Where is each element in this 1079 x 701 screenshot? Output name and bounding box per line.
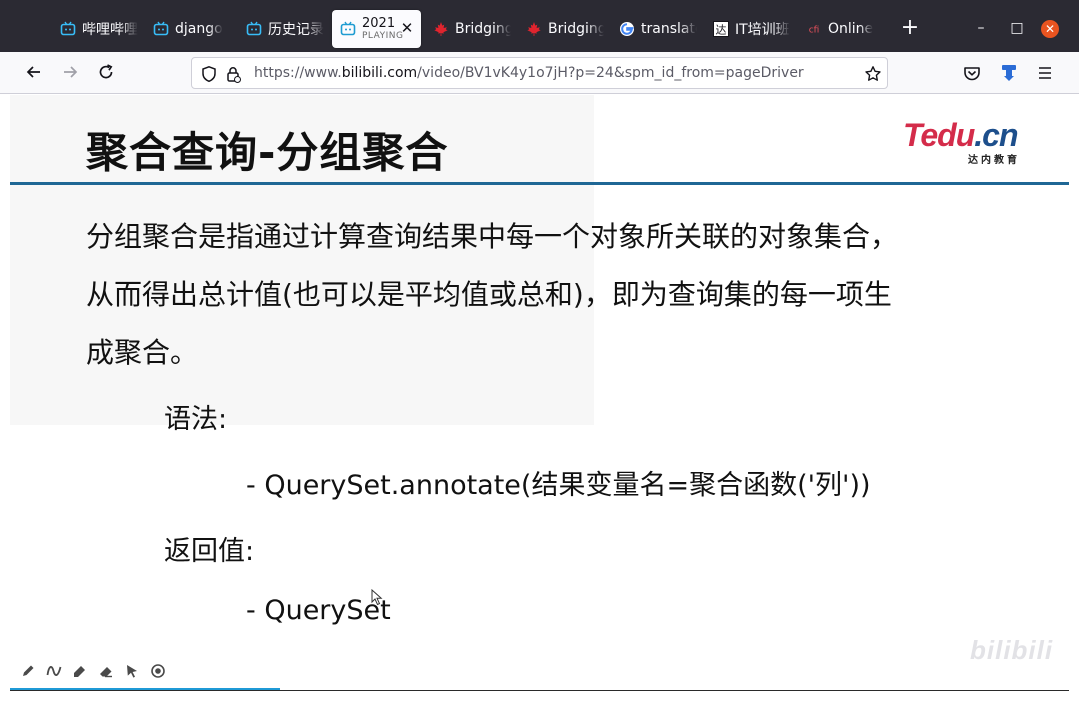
syntax-label: 语法: [164, 404, 228, 435]
pocket-icon[interactable] [962, 63, 982, 83]
extension-icon[interactable] [999, 63, 1019, 83]
svg-text:达: 达 [716, 24, 727, 37]
minimize-button[interactable]: – [972, 19, 990, 37]
bilibili-tv-icon [60, 21, 76, 37]
tarena-icon: 达 [713, 21, 729, 37]
tab-label: 哔哩哔哩 [82, 22, 138, 38]
tab-online[interactable]: cfi Online [806, 10, 884, 48]
logo-text: Tedu.cn [903, 117, 1018, 154]
tab-bridging-1[interactable]: Bridging [433, 10, 511, 48]
mouse-pointer-icon [371, 589, 383, 606]
logo-tedu: Tedu [903, 117, 975, 153]
curve-icon[interactable] [46, 663, 62, 679]
tab-active-text: 2021 PLAYING [362, 17, 403, 41]
url-prefix: https://www. [254, 65, 342, 81]
tab-label: Bridging [548, 21, 604, 37]
close-tab-icon[interactable]: ✕ [399, 20, 415, 36]
tab-history[interactable]: 历史记录 [246, 10, 324, 48]
url-path: /video/BV1vK4y1o7jH?p=24&spm_id_from=pag… [417, 65, 804, 81]
page-bottom-border [10, 690, 1069, 691]
cfi-icon: cfi [806, 21, 822, 37]
logo-cn: .cn [974, 117, 1018, 153]
tab-bar: 哔哩哔哩 django 历史记录 2021 PLAYING ✕ Bridging… [0, 0, 1079, 52]
logo-subtitle: 达内教育 [968, 155, 1020, 166]
body-line-1: 分组聚合是指通过计算查询结果中每一个对象所关联的对象集合， [86, 220, 899, 253]
record-icon[interactable] [150, 663, 166, 679]
highlighter-icon[interactable] [72, 663, 88, 679]
forward-arrow-icon [64, 66, 78, 78]
pen-icon[interactable] [20, 663, 36, 679]
navigation-bar: https://www.bilibili.com/video/BV1vK4y1o… [0, 52, 1079, 94]
tab-translate[interactable]: translate [619, 10, 697, 48]
slide-title: 聚合查询-分组聚合 [86, 128, 449, 177]
return-label: 返回值: [164, 536, 255, 567]
syntax-line: - QuerySet.annotate(结果变量名=聚合函数('列')) [246, 470, 871, 501]
video-slide[interactable]: 聚合查询-分组聚合 Tedu.cn 达内教育 分组聚合是指通过计算查询结果中每一… [10, 95, 1069, 691]
tab-bilibili[interactable]: 哔哩哔哩 [60, 10, 138, 48]
tab-label: Online [828, 21, 874, 37]
tab-active-video[interactable]: 2021 PLAYING ✕ [332, 10, 421, 48]
body-line-3: 成聚合。 [86, 336, 199, 369]
tab-label: 历史记录 [268, 22, 324, 38]
eraser-icon[interactable] [98, 663, 114, 679]
tab-label: 2021 [362, 16, 396, 31]
lock-icon[interactable] [224, 65, 242, 83]
url-text: https://www.bilibili.com/video/BV1vK4y1o… [254, 65, 804, 81]
reload-button[interactable] [96, 62, 116, 82]
new-tab-button[interactable]: + [900, 17, 920, 39]
annotation-toolbar [20, 663, 166, 679]
forward-button[interactable] [60, 62, 80, 82]
page-right-border [1069, 94, 1079, 701]
bookmark-star-icon[interactable] [864, 65, 882, 83]
url-domain: bilibili.com [341, 65, 418, 81]
maple-leaf-icon [433, 21, 449, 37]
tab-label: Bridging [455, 21, 511, 37]
bilibili-tv-icon [246, 21, 262, 37]
back-arrow-icon [26, 66, 40, 78]
back-button[interactable] [24, 62, 44, 82]
tab-label: IT培训班 [735, 22, 790, 38]
menu-icon[interactable] [1035, 63, 1055, 83]
tab-bridging-2[interactable]: Bridging [526, 10, 604, 48]
pointer-icon[interactable] [124, 663, 140, 679]
page-left-border [0, 94, 10, 701]
tedu-logo: Tedu.cn 达内教育 [903, 117, 1033, 167]
tab-label: django [175, 21, 223, 37]
window-close-button[interactable]: ✕ [1041, 20, 1059, 38]
url-bar[interactable]: https://www.bilibili.com/video/BV1vK4y1o… [191, 57, 888, 89]
tab-playing-label: PLAYING [362, 31, 404, 41]
tab-label: translate [641, 21, 697, 37]
google-icon [619, 21, 635, 37]
return-line: - QuerySet [246, 595, 391, 626]
bilibili-tv-icon [153, 21, 169, 37]
maple-leaf-icon [526, 21, 542, 37]
tab-django[interactable]: django [153, 10, 225, 48]
maximize-button[interactable]: □ [1008, 19, 1026, 37]
bilibili-tv-icon [340, 21, 356, 37]
svg-text:cfi: cfi [809, 26, 820, 36]
body-line-2: 从而得出总计值(也可以是平均值或总和)，即为查询集的每一项生 [86, 278, 892, 311]
shield-icon[interactable] [200, 65, 218, 83]
tab-it-training[interactable]: 达 IT培训班 [713, 10, 791, 48]
bilibili-watermark: bilibili [970, 635, 1054, 665]
title-divider [10, 182, 1069, 185]
reload-icon [99, 64, 113, 79]
